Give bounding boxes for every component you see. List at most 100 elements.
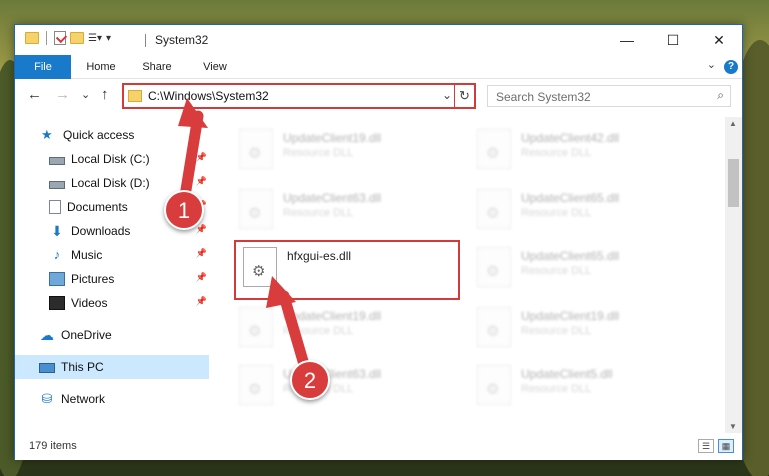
help-icon[interactable]: ? <box>724 60 738 74</box>
file-name: UpdateClient65.dll <box>521 191 620 205</box>
gear-icon: ⚙ <box>248 381 262 398</box>
gear-icon: ⚙ <box>248 145 262 162</box>
file-item[interactable]: ⚙ UpdateClient42.dll Resource DLL <box>471 125 697 175</box>
sidebar-item-network[interactable]: ⛁ Network <box>15 387 209 411</box>
recent-locations-button[interactable]: ⌄ <box>81 88 90 101</box>
download-icon: ⬇ <box>51 223 63 239</box>
sidebar-item-label: Local Disk (C:) <box>71 152 150 166</box>
ribbon-tabs: File Home Share View ⌄ ? <box>15 55 742 105</box>
close-button[interactable]: ✕ <box>696 25 742 55</box>
tab-share[interactable]: Share <box>131 55 183 79</box>
highlight-box <box>234 240 460 300</box>
refresh-button[interactable]: ↻ <box>454 85 474 107</box>
toolbar-dropdown-icon[interactable]: ▾ <box>106 33 111 44</box>
gear-icon: ⚙ <box>486 323 500 340</box>
up-button[interactable]: ↑ <box>101 86 109 103</box>
pin-icon[interactable]: 📌 <box>196 176 207 187</box>
pc-icon <box>39 363 55 373</box>
view-buttons: ☰ ▦ <box>698 439 734 453</box>
details-view-icon[interactable]: ☰ <box>698 439 714 453</box>
file-item[interactable]: ⚙ UpdateClient19.dll Resource DLL <box>471 303 697 353</box>
divider <box>46 31 47 45</box>
sidebar-item-this-pc[interactable]: This PC <box>15 355 209 379</box>
step-badge-1: 1 <box>164 190 204 230</box>
chevron-down-icon[interactable]: ⌄ <box>442 88 452 102</box>
sidebar-item-label: This PC <box>61 360 104 374</box>
window-controls: — ☐ ✕ <box>604 25 742 55</box>
sidebar-item-music[interactable]: ♪ Music 📌 <box>15 243 209 267</box>
file-type: Resource DLL <box>283 207 354 219</box>
dll-file-icon: ⚙ <box>477 365 511 405</box>
dll-file-icon: ⚙ <box>477 189 511 229</box>
back-button[interactable]: ← <box>27 86 42 103</box>
gear-icon: ⚙ <box>486 205 500 222</box>
file-item[interactable]: ⚙ UpdateClient63.dll Resource DLL <box>233 361 459 411</box>
scroll-up-icon[interactable]: ▲ <box>729 119 737 128</box>
sidebar-item-label: OneDrive <box>61 328 112 342</box>
file-name: UpdateClient19.dll <box>521 309 620 323</box>
pin-icon[interactable]: 📌 <box>196 224 207 235</box>
file-item[interactable]: ⚙ UpdateClient19.dll Resource DLL <box>233 303 459 353</box>
address-bar[interactable]: C:\Windows\System32 ⌄ ↻ <box>122 83 476 109</box>
forward-button[interactable]: → <box>55 86 70 103</box>
sidebar-item-pictures[interactable]: Pictures 📌 <box>15 267 209 291</box>
search-icon[interactable]: ⌕ <box>717 88 724 103</box>
search-input[interactable]: Search System32 ⌕ <box>487 85 731 107</box>
status-bar: 179 items ☰ ▦ <box>15 433 742 460</box>
scroll-thumb[interactable] <box>728 159 739 207</box>
tab-home[interactable]: Home <box>75 55 127 79</box>
sidebar-item-label: Music <box>71 248 103 262</box>
network-icon: ⛁ <box>41 391 53 406</box>
file-item[interactable]: ⚙ UpdateClient5.dll Resource DLL <box>471 361 697 411</box>
expand-ribbon-icon[interactable]: ⌄ <box>707 58 716 71</box>
file-type: Resource DLL <box>521 383 592 395</box>
tiles-view-icon[interactable]: ▦ <box>718 439 734 453</box>
properties-icon[interactable] <box>54 31 66 45</box>
dll-file-icon: ⚙ <box>239 365 273 405</box>
sidebar-item-label: Videos <box>71 296 108 310</box>
new-folder-icon[interactable] <box>70 32 84 44</box>
videos-icon <box>49 296 65 310</box>
file-item[interactable]: ⚙ UpdateClient65.dll Resource DLL <box>471 243 697 293</box>
pin-icon[interactable]: 📌 <box>196 248 207 259</box>
address-path[interactable]: C:\Windows\System32 <box>148 89 269 103</box>
file-name: UpdateClient63.dll <box>283 191 382 205</box>
sidebar-item-label: Quick access <box>63 128 135 142</box>
item-count: 179 items <box>29 440 77 452</box>
dll-file-icon: ⚙ <box>239 307 273 347</box>
dll-file-icon: ⚙ <box>239 129 273 169</box>
customize-toolbar-icon[interactable]: ☰▾ <box>88 33 102 44</box>
file-name: UpdateClient19.dll <box>283 309 382 323</box>
pictures-icon <box>49 272 65 286</box>
file-name: UpdateClient5.dll <box>521 367 613 381</box>
gear-icon: ⚙ <box>248 323 262 340</box>
file-item[interactable]: ⚙ UpdateClient19.dll Resource DLL <box>233 125 459 175</box>
pin-icon[interactable]: 📌 <box>196 152 207 163</box>
file-item[interactable]: ⚙ UpdateClient63.dll Resource DLL <box>233 185 459 235</box>
file-type: Resource DLL <box>521 265 592 277</box>
minimize-button[interactable]: — <box>604 25 650 55</box>
sidebar-item-label: Downloads <box>71 224 131 238</box>
pin-icon[interactable]: 📌 <box>196 272 207 283</box>
file-name: UpdateClient65.dll <box>521 249 620 263</box>
gear-icon: ⚙ <box>486 381 500 398</box>
file-item[interactable]: ⚙ UpdateClient65.dll Resource DLL <box>471 185 697 235</box>
music-icon: ♪ <box>53 247 61 262</box>
title-bar: ☰▾ ▾ System32 — ☐ ✕ <box>15 25 742 55</box>
sidebar-item-onedrive[interactable]: ☁ OneDrive <box>15 323 209 347</box>
disk-icon <box>49 156 65 165</box>
sidebar-item-videos[interactable]: Videos 📌 <box>15 291 209 315</box>
pin-icon[interactable]: 📌 <box>196 296 207 307</box>
tab-view[interactable]: View <box>189 55 241 79</box>
file-name: UpdateClient19.dll <box>283 131 382 145</box>
step-badge-2: 2 <box>290 360 330 400</box>
dll-file-icon: ⚙ <box>477 129 511 169</box>
scroll-down-icon[interactable]: ▼ <box>729 422 737 431</box>
file-type: Resource DLL <box>521 147 592 159</box>
sidebar-item-quick-access[interactable]: ★ Quick access <box>15 123 209 147</box>
search-placeholder: Search System32 <box>496 90 591 104</box>
vertical-scrollbar[interactable]: ▲ ▼ <box>725 117 742 433</box>
gear-icon: ⚙ <box>486 145 500 162</box>
sidebar-item-local-disk-c[interactable]: Local Disk (C:) 📌 <box>15 147 209 171</box>
maximize-button[interactable]: ☐ <box>650 25 696 55</box>
